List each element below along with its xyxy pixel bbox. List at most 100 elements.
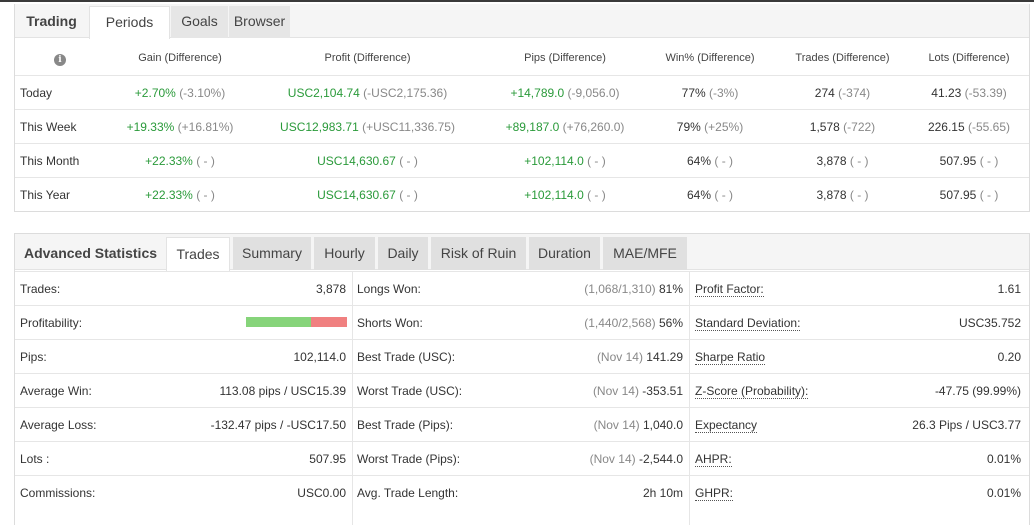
lots-cell: 507.95 ( - ) bbox=[910, 188, 1028, 202]
stats-row: Profitability: Shorts Won: (1,440/2,568)… bbox=[15, 305, 1029, 339]
win-cell: 77% (-3%) bbox=[645, 86, 775, 100]
gain-value: +22.33% bbox=[145, 154, 193, 168]
stats-row: Trades: 3,878 Longs Won: (1,068/1,310) 8… bbox=[15, 271, 1029, 305]
tab-mae-mfe[interactable]: MAE/MFE bbox=[603, 237, 687, 270]
stats-row: Average Loss: -132.47 pips / -USC17.50 B… bbox=[15, 407, 1029, 441]
stats-row: Lots : 507.95 Worst Trade (Pips): (Nov 1… bbox=[15, 441, 1029, 475]
stat-value: 141.29 bbox=[646, 350, 683, 364]
profitability-loss-segment bbox=[311, 317, 347, 327]
stat-value-best-trade-pips: (Nov 14) 1,040.0 bbox=[594, 418, 683, 432]
profit-value: USC14,630.67 bbox=[317, 154, 396, 168]
stat-label-z-score[interactable]: Z-Score (Probability): bbox=[695, 384, 809, 399]
stat-value-commissions: USC0.00 bbox=[297, 486, 346, 500]
gain-value: +19.33% bbox=[126, 120, 175, 134]
profit-cell: USC12,983.71 (+USC11,336.75) bbox=[270, 120, 465, 134]
win-diff: (+25%) bbox=[704, 120, 744, 134]
lots-value: 41.23 bbox=[931, 86, 962, 100]
tab-trading-title: Trading bbox=[26, 13, 77, 29]
tab-trades[interactable]: Trades bbox=[166, 237, 230, 271]
periods-tab-bar: Trading Periods Goals Browser bbox=[15, 4, 1029, 39]
stat-value-pips: 102,114.0 bbox=[293, 350, 347, 364]
stat-label-expectancy[interactable]: Expectancy bbox=[695, 418, 758, 433]
win-diff: ( - ) bbox=[714, 154, 734, 168]
profit-value: USC12,983.71 bbox=[280, 120, 359, 134]
stat-label-longs-won: Longs Won: bbox=[357, 282, 421, 296]
trades-value: 1,578 bbox=[809, 120, 840, 134]
trades-diff: ( - ) bbox=[849, 154, 869, 168]
pips-diff: (-9,056.0) bbox=[567, 86, 620, 100]
stat-note: (1,440/2,568) bbox=[584, 316, 656, 330]
trades-cell: 274 (-374) bbox=[775, 86, 910, 100]
win-cell: 64% ( - ) bbox=[645, 188, 775, 202]
stats-row: Commissions: USC0.00 Avg. Trade Length: … bbox=[15, 475, 1029, 509]
tab-periods[interactable]: Periods bbox=[89, 6, 170, 39]
stat-label-ahpr[interactable]: AHPR: bbox=[695, 452, 732, 467]
gain-cell: +22.33% ( - ) bbox=[105, 154, 255, 168]
period-row-today: Today +2.70% (-3.10%) USC2,104.74 (-USC2… bbox=[15, 75, 1029, 109]
stat-value: -2,544.0 bbox=[638, 452, 683, 466]
stat-value: 1,040.0 bbox=[642, 418, 683, 432]
gain-cell: +19.33% (+16.81%) bbox=[105, 120, 255, 134]
stat-note: (Nov 14) bbox=[596, 350, 643, 364]
stat-label-profit-factor[interactable]: Profit Factor: bbox=[695, 282, 764, 297]
header-trades: Trades (Difference) bbox=[795, 52, 890, 64]
stat-value-average-loss: -132.47 pips / -USC17.50 bbox=[210, 418, 346, 432]
lots-value: 226.15 bbox=[927, 120, 965, 134]
lots-diff: ( - ) bbox=[979, 188, 999, 202]
stat-label-trades: Trades: bbox=[20, 282, 61, 296]
lots-value: 507.95 bbox=[939, 188, 977, 202]
stat-value-profit-factor: 1.61 bbox=[997, 282, 1021, 296]
gain-diff: (+16.81%) bbox=[177, 120, 234, 134]
win-cell: 79% (+25%) bbox=[645, 120, 775, 134]
pips-cell: +102,114.0 ( - ) bbox=[485, 154, 645, 168]
tab-summary[interactable]: Summary bbox=[233, 237, 311, 270]
win-diff: ( - ) bbox=[714, 188, 734, 202]
lots-cell: 226.15 (-55.65) bbox=[910, 120, 1028, 134]
win-value: 79% bbox=[676, 120, 701, 134]
stat-value-worst-trade-usc: (Nov 14) -353.51 bbox=[593, 384, 683, 398]
gain-diff: (-3.10%) bbox=[179, 86, 226, 100]
win-cell: 64% ( - ) bbox=[645, 154, 775, 168]
stat-label-avg-trade-length: Avg. Trade Length: bbox=[357, 486, 459, 500]
stat-value-average-win: 113.08 pips / USC15.39 bbox=[219, 384, 346, 398]
tab-goals[interactable]: Goals bbox=[171, 6, 228, 38]
stat-label-best-trade-pips: Best Trade (Pips): bbox=[357, 418, 454, 432]
stat-label-sharpe-ratio[interactable]: Sharpe Ratio bbox=[695, 350, 766, 365]
tab-risk-of-ruin[interactable]: Risk of Ruin bbox=[431, 237, 526, 270]
stat-value-sharpe-ratio: 0.20 bbox=[997, 350, 1021, 364]
gain-cell: +2.70% (-3.10%) bbox=[105, 86, 255, 100]
tab-hourly[interactable]: Hourly bbox=[314, 237, 375, 270]
profitability-win-segment bbox=[246, 317, 311, 327]
win-value: 64% bbox=[686, 154, 712, 168]
profit-value: USC2,104.74 bbox=[287, 86, 360, 100]
stat-value-longs-won: (1,068/1,310) 81% bbox=[584, 282, 683, 296]
tab-duration[interactable]: Duration bbox=[529, 237, 600, 270]
stat-value-z-score: -47.75 (99.99%) bbox=[934, 384, 1021, 398]
profit-diff: (-USC2,175.36) bbox=[363, 86, 448, 100]
info-icon[interactable]: i bbox=[54, 54, 66, 66]
stat-label-ghpr[interactable]: GHPR: bbox=[695, 486, 734, 501]
pips-cell: +102,114.0 ( - ) bbox=[485, 188, 645, 202]
stat-label-lots: Lots : bbox=[20, 452, 50, 466]
stat-label-commissions: Commissions: bbox=[20, 486, 96, 500]
stats-row: Average Win: 113.08 pips / USC15.39 Wors… bbox=[15, 373, 1029, 407]
win-value: 77% bbox=[681, 86, 706, 100]
periods-panel: Trading Periods Goals Browser i Gain (Di… bbox=[14, 4, 1030, 212]
tab-browser[interactable]: Browser bbox=[229, 6, 290, 38]
stats-tab-bar: Advanced Statistics Trades Summary Hourl… bbox=[15, 234, 1029, 271]
row-label: Today bbox=[20, 86, 53, 100]
win-diff: (-3%) bbox=[709, 86, 739, 100]
top-border bbox=[0, 0, 1034, 2]
stat-label-pips: Pips: bbox=[20, 350, 47, 364]
pips-diff: (+76,260.0) bbox=[562, 120, 625, 134]
profit-cell: USC2,104.74 (-USC2,175.36) bbox=[270, 86, 465, 100]
stat-label-shorts-won: Shorts Won: bbox=[357, 316, 423, 330]
header-gain: Gain (Difference) bbox=[138, 52, 222, 64]
win-value: 64% bbox=[686, 188, 712, 202]
lots-value: 507.95 bbox=[939, 154, 977, 168]
gain-diff: ( - ) bbox=[196, 154, 215, 168]
stat-label-standard-deviation[interactable]: Standard Deviation: bbox=[695, 316, 801, 331]
stat-value: -353.51 bbox=[642, 384, 683, 398]
tab-daily[interactable]: Daily bbox=[378, 237, 428, 270]
periods-header-row: i Gain (Difference) Profit (Difference) … bbox=[15, 39, 1029, 75]
